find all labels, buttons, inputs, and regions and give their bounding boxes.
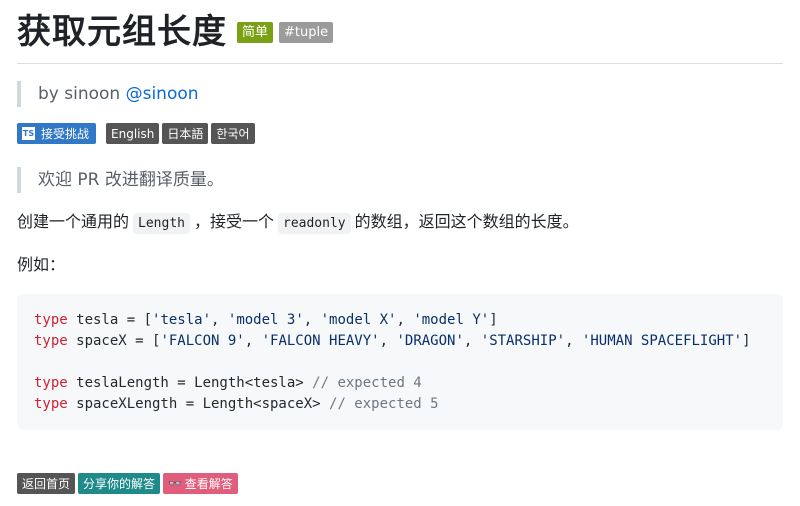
code-line: type spaceX = ['FALCON 9', 'FALCON HEAVY…	[34, 333, 751, 349]
code-string: 'model X'	[320, 312, 397, 328]
code-text: ]	[489, 312, 498, 328]
example-label: 例如：	[17, 255, 66, 274]
title-divider	[17, 63, 783, 64]
share-solution-button[interactable]: 分享你的解答	[78, 473, 161, 494]
glasses-icon: 👓	[168, 477, 182, 490]
typescript-icon: TS	[22, 127, 35, 140]
code-keyword: type	[34, 312, 68, 328]
code-string: 'model 3'	[227, 312, 304, 328]
code-string: 'tesla'	[152, 312, 212, 328]
code-keyword: type	[34, 375, 68, 391]
code-string: 'FALCON HEAVY'	[261, 333, 380, 349]
page-header: 获取元组长度 简单 #tuple	[17, 10, 334, 54]
translation-notice: 欢迎 PR 改进翻译质量。	[17, 167, 224, 193]
code-string: 'model Y'	[413, 312, 490, 328]
language-english-link[interactable]: English	[106, 123, 160, 144]
code-text: tesla = [	[67, 312, 153, 328]
inline-code-readonly: readonly	[278, 213, 351, 234]
description-text-1: 创建一个通用的	[17, 212, 130, 231]
code-keyword: type	[34, 396, 68, 412]
code-comment: // expected 5	[329, 396, 439, 412]
inline-code-length: Length	[133, 213, 190, 234]
difficulty-badge: 简单	[237, 21, 274, 43]
badge-row: TS 接受挑战 English 日本語 한국어	[17, 123, 258, 144]
code-comment: // expected 4	[312, 375, 422, 391]
author-prefix: by sinoon	[38, 84, 126, 104]
author-link[interactable]: @sinoon	[126, 84, 199, 104]
code-string: 'DRAGON'	[396, 333, 464, 349]
tag-badge[interactable]: #tuple	[279, 21, 334, 43]
code-text: ]	[742, 333, 751, 349]
language-korean-link[interactable]: 한국어	[211, 123, 255, 144]
code-block: type tesla = ['tesla', 'model 3', 'model…	[17, 294, 783, 430]
view-solutions-button[interactable]: 👓 查看解答	[163, 473, 238, 494]
code-text: spaceXLength = Length<spaceX>	[67, 396, 330, 412]
code-string: 'HUMAN SPACEFLIGHT'	[581, 333, 743, 349]
take-challenge-label: 接受挑战	[41, 127, 90, 141]
code-line: type spaceXLength = Length<spaceX> // ex…	[34, 394, 783, 415]
code-text: teslaLength = Length<tesla>	[67, 375, 313, 391]
description: 创建一个通用的 Length ，接受一个 readonly 的数组，返回这个数组的长度。	[17, 209, 579, 237]
code-string: 'STARSHIP'	[480, 333, 566, 349]
code-text: spaceX = [	[67, 333, 161, 349]
author-line: by sinoon @sinoon	[17, 81, 199, 107]
take-challenge-button[interactable]: TS 接受挑战	[17, 123, 97, 144]
code-line: type tesla = ['tesla', 'model 3', 'model…	[34, 312, 498, 328]
footer-buttons: 返回首页 分享你的解答 👓 查看解答	[17, 473, 241, 494]
code-string: 'FALCON 9'	[160, 333, 245, 349]
description-text-2: ，接受一个	[193, 212, 274, 231]
back-home-button[interactable]: 返回首页	[17, 473, 76, 494]
page-title: 获取元组长度	[17, 12, 227, 52]
code-keyword: type	[34, 333, 68, 349]
view-solutions-label: 查看解答	[184, 477, 233, 491]
description-text-3: 的数组，返回这个数组的长度。	[354, 212, 579, 231]
code-line: type teslaLength = Length<tesla> // expe…	[34, 373, 783, 394]
language-japanese-link[interactable]: 日本語	[162, 123, 209, 144]
